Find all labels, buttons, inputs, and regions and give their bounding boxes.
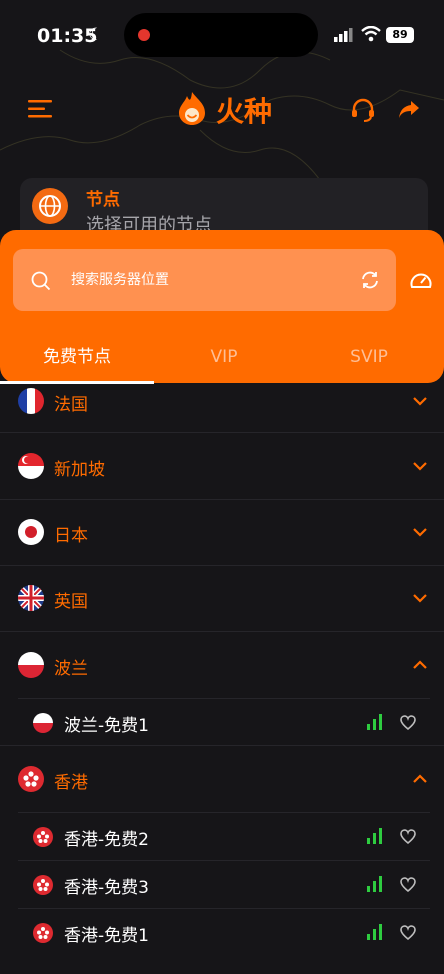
search-input[interactable]: [71, 267, 341, 293]
hongkong-flag-icon: [18, 766, 44, 792]
poland-flag-icon: [33, 713, 53, 733]
country-row-france[interactable]: 法国: [0, 366, 444, 433]
server-row[interactable]: 香港-免费3: [0, 861, 444, 909]
hongkong-flag-icon: [33, 875, 53, 895]
battery-indicator: 89: [386, 27, 414, 43]
status-bar: 01:35 ☾ 89: [0, 0, 444, 70]
country-name: 波兰: [54, 659, 88, 679]
server-row[interactable]: 香港-免费2: [0, 813, 444, 861]
chevron-up-icon[interactable]: [412, 660, 428, 670]
signal-strength-icon: [367, 714, 382, 730]
country-name: 新加坡: [54, 460, 105, 480]
node-label: 节点: [86, 190, 120, 210]
country-row-uk[interactable]: 英国: [0, 565, 444, 632]
app-title: 火种: [216, 95, 273, 128]
dynamic-island: [124, 13, 318, 57]
country-name: 日本: [54, 526, 88, 546]
menu-icon[interactable]: [28, 98, 54, 120]
server-row[interactable]: 波兰-免费1: [0, 699, 444, 747]
favorite-heart-icon[interactable]: [400, 925, 416, 940]
server-name: 香港-免费3: [64, 878, 149, 898]
search-bar: [13, 249, 396, 311]
favorite-heart-icon[interactable]: [400, 877, 416, 892]
hongkong-flag-icon: [33, 827, 53, 847]
country-name: 法国: [54, 395, 88, 415]
france-flag-icon: [18, 388, 44, 414]
chevron-down-icon[interactable]: [412, 593, 428, 603]
globe-icon: [32, 188, 68, 224]
wifi-icon: [361, 26, 381, 42]
flame-logo-icon: [179, 92, 205, 125]
server-row[interactable]: 香港-免费1: [0, 909, 444, 957]
country-row-singapore[interactable]: 新加坡: [0, 433, 444, 500]
moon-icon: ☾: [88, 25, 104, 45]
japan-flag-icon: [18, 519, 44, 545]
refresh-icon[interactable]: [360, 270, 380, 290]
favorite-heart-icon[interactable]: [400, 829, 416, 844]
uk-flag-icon: [18, 585, 44, 611]
country-row-poland[interactable]: 波兰: [0, 632, 444, 698]
server-name: 波兰-免费1: [64, 716, 149, 736]
chevron-up-icon[interactable]: [412, 774, 428, 784]
country-row-japan[interactable]: 日本: [0, 499, 444, 566]
poland-flag-icon: [18, 652, 44, 678]
server-name: 香港-免费1: [64, 926, 149, 946]
signal-strength-icon: [367, 924, 382, 940]
chevron-down-icon[interactable]: [412, 527, 428, 537]
cellular-signal-icon: [334, 28, 353, 42]
country-row-hongkong[interactable]: 香港: [0, 746, 444, 812]
search-icon: [31, 271, 51, 291]
favorite-heart-icon[interactable]: [400, 715, 416, 730]
app-screen: 01:35 ☾ 89 火种 节点 选择可用的节点 搜索服务器位置 免费节点 VI…: [0, 0, 444, 974]
server-name: 香港-免费2: [64, 830, 149, 850]
speed-test-icon[interactable]: [410, 271, 432, 291]
server-search-panel: 免费节点 VIP SVIP: [0, 230, 444, 384]
country-name: 英国: [54, 592, 88, 612]
signal-strength-icon: [367, 828, 382, 844]
hongkong-flag-icon: [33, 923, 53, 943]
country-name: 香港: [54, 773, 88, 793]
singapore-flag-icon: [18, 453, 44, 479]
chevron-down-icon[interactable]: [412, 461, 428, 471]
headset-support-icon[interactable]: [350, 97, 376, 123]
recording-dot-icon: [138, 29, 150, 41]
share-arrow-icon[interactable]: [398, 98, 420, 120]
signal-strength-icon: [367, 876, 382, 892]
chevron-down-icon[interactable]: [412, 396, 428, 406]
